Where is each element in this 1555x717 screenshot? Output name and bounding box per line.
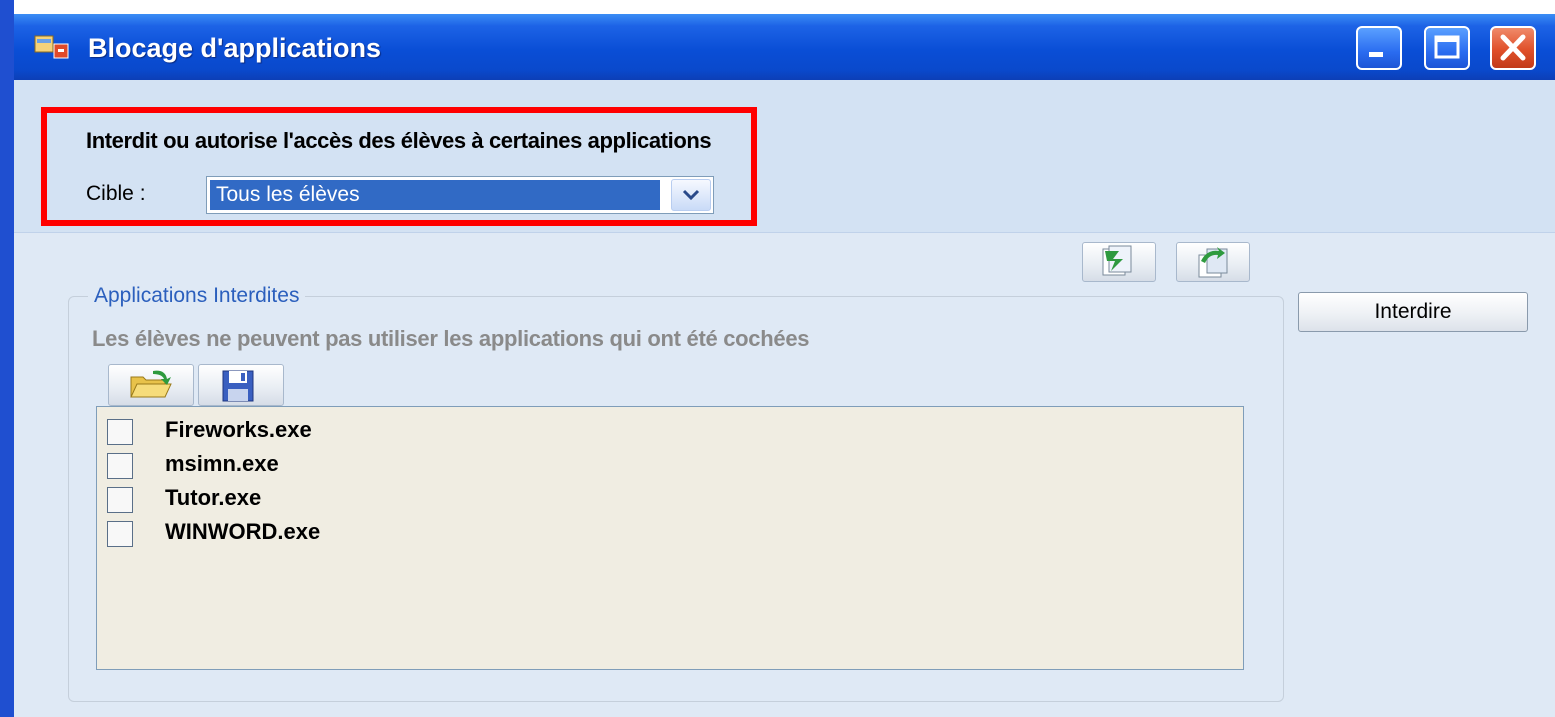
app-checkbox[interactable] xyxy=(107,419,133,445)
forbidden-apps-legend: Applications Interdites xyxy=(88,284,306,308)
save-icon xyxy=(222,370,254,402)
app-name: Fireworks.exe xyxy=(165,417,312,442)
maximize-icon xyxy=(1434,35,1460,59)
close-icon xyxy=(1500,34,1526,61)
import-list-button[interactable] xyxy=(1082,242,1156,282)
target-selected-value: Tous les élèves xyxy=(210,180,660,210)
app-window-icon xyxy=(34,34,70,60)
target-dropdown-button[interactable] xyxy=(671,179,711,211)
target-label: Cible : xyxy=(86,182,146,205)
app-checkbox[interactable] xyxy=(107,453,133,479)
save-list-button[interactable] xyxy=(198,364,284,406)
window-title: Blocage d'applications xyxy=(88,33,381,63)
app-name: Tutor.exe xyxy=(165,485,262,510)
minimize-button[interactable] xyxy=(1356,26,1402,70)
export-icon xyxy=(1198,247,1228,278)
close-button[interactable] xyxy=(1490,26,1536,70)
export-list-button[interactable] xyxy=(1176,242,1250,282)
app-blocking-window: Blocage d'applications Interdit ou autor… xyxy=(14,14,1555,717)
app-name: msimn.exe xyxy=(165,451,279,476)
desktop-background-top xyxy=(0,0,1555,14)
chevron-down-icon xyxy=(682,189,700,201)
forbidden-apps-description: Les élèves ne peuvent pas utiliser les a… xyxy=(92,326,810,351)
forbid-button[interactable]: Interdire xyxy=(1298,292,1528,332)
forbidden-apps-list[interactable]: Fireworks.exe msimn.exe Tutor.exe WINWOR… xyxy=(96,406,1244,670)
folder-open-icon xyxy=(130,370,172,398)
target-select[interactable]: Tous les élèves xyxy=(206,176,714,214)
title-bar[interactable]: Blocage d'applications xyxy=(14,14,1555,80)
app-checkbox[interactable] xyxy=(107,521,133,547)
minimize-icon xyxy=(1369,52,1383,57)
import-icon xyxy=(1102,245,1132,276)
open-list-button[interactable] xyxy=(108,364,194,406)
app-name: WINWORD.exe xyxy=(165,519,321,544)
desktop-background-strip xyxy=(0,0,14,717)
app-checkbox[interactable] xyxy=(107,487,133,513)
maximize-button[interactable] xyxy=(1424,26,1470,70)
